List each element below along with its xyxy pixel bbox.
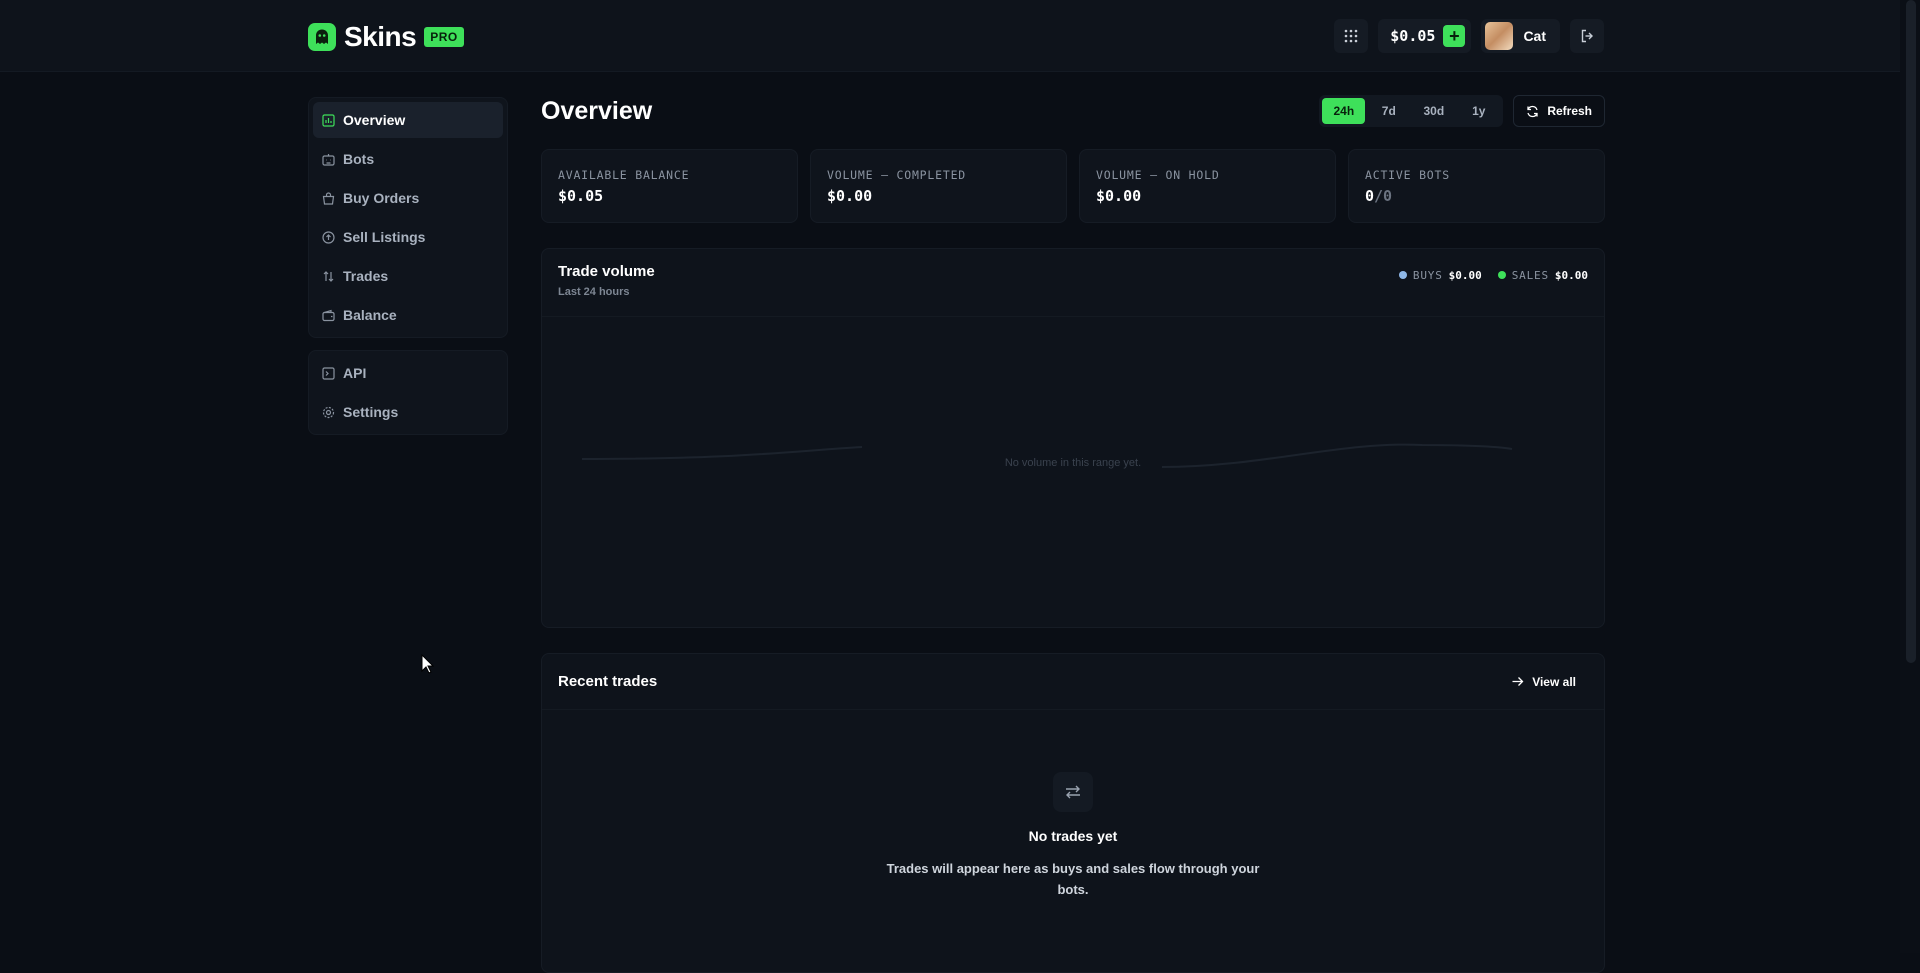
legend-dot [1497, 271, 1506, 279]
user-name: Cat [1523, 28, 1546, 44]
header-controls: 24h 7d 30d 1y Refresh [1319, 95, 1605, 127]
wallet-icon [322, 309, 335, 321]
stat-label: VOLUME — ON HOLD [1096, 168, 1220, 182]
sidebar-item-buy-orders[interactable]: Buy Orders [313, 180, 503, 216]
legend-buys: BUYS $0.00 [1398, 268, 1482, 282]
empty-title: No trades yet [1028, 828, 1118, 844]
refresh-button[interactable]: Refresh [1513, 95, 1605, 127]
header-actions: $0.05 + Cat [1334, 19, 1604, 53]
recent-trades-title: Recent trades [558, 673, 658, 690]
chart-area: No volume in this range yet. [542, 317, 1604, 627]
avatar [1485, 22, 1514, 50]
legend-label: SALES [1511, 268, 1549, 282]
arrow-right-icon [1512, 677, 1524, 686]
legend-sales: SALES $0.00 [1497, 268, 1588, 282]
add-funds-button[interactable]: + [1443, 25, 1466, 47]
legend-dot [1398, 271, 1407, 279]
primary-nav: Overview Bots Buy Orders Sell Listings T… [308, 97, 508, 338]
chart-title: Trade volume [558, 263, 655, 280]
stats-row: AVAILABLE BALANCE $0.05 VOLUME — COMPLET… [541, 149, 1605, 223]
legend-label: BUYS [1412, 268, 1443, 282]
stat-volume-completed: VOLUME — COMPLETED $0.00 [810, 149, 1067, 223]
legend-value: $0.00 [1554, 268, 1588, 282]
basket-icon [322, 191, 335, 205]
range-1y-button[interactable]: 1y [1457, 98, 1500, 124]
ghost-icon [308, 23, 336, 51]
stat-label: AVAILABLE BALANCE [558, 168, 690, 182]
grid-icon [1344, 29, 1358, 43]
sidebar-item-bots[interactable]: Bots [313, 141, 503, 177]
stat-active-bots: ACTIVE BOTS 0/0 [1348, 149, 1605, 223]
empty-description: Trades will appear here as buys and sale… [886, 861, 1260, 897]
chart-icon [322, 113, 335, 127]
range-30d-button[interactable]: 30d [1412, 98, 1455, 124]
sidebar-item-sell-listings[interactable]: Sell Listings [313, 219, 503, 255]
recent-trades-card: Recent trades View all No trades yet Tra… [541, 653, 1605, 973]
pro-badge: PRO [424, 27, 464, 47]
sidebar-item-label: Settings [343, 404, 399, 420]
stat-value: 0/0 [1365, 187, 1588, 205]
stat-label: ACTIVE BOTS [1365, 168, 1450, 182]
chart-subtitle: Last 24 hours [558, 286, 630, 298]
page-header: Overview 24h 7d 30d 1y Refresh [541, 95, 1605, 127]
sidebar-item-overview[interactable]: Overview [313, 102, 503, 138]
logout-button[interactable] [1570, 19, 1604, 53]
sidebar-item-label: Balance [343, 307, 397, 323]
stat-available-balance: AVAILABLE BALANCE $0.05 [541, 149, 798, 223]
time-range-selector: 24h 7d 30d 1y [1319, 95, 1504, 127]
placeholder-wave [581, 443, 1513, 468]
sidebar: Overview Bots Buy Orders Sell Listings T… [308, 97, 508, 435]
user-menu[interactable]: Cat [1481, 19, 1560, 53]
mouse-cursor-icon [421, 654, 435, 674]
stat-value: $0.00 [827, 187, 873, 205]
chart-header: Trade volume Last 24 hours BUYS $0.00 SA… [542, 249, 1604, 317]
view-all-label: View all [1532, 674, 1576, 689]
terminal-icon [322, 366, 335, 380]
range-24h-button[interactable]: 24h [1322, 98, 1366, 124]
swap-horizontal-icon [1053, 772, 1093, 812]
sidebar-item-label: API [343, 365, 367, 381]
brand-name: Skins [344, 21, 417, 52]
header-balance: $0.05 [1390, 27, 1436, 45]
total-bots-count: /0 [1374, 187, 1393, 205]
sidebar-item-balance[interactable]: Balance [313, 297, 503, 333]
view-all-link[interactable]: View all [1511, 675, 1588, 689]
sidebar-item-trades[interactable]: Trades [313, 258, 503, 294]
sidebar-item-label: Trades [343, 268, 389, 284]
stat-volume-on-hold: VOLUME — ON HOLD $0.00 [1079, 149, 1336, 223]
scrollbar-thumb[interactable] [1906, 0, 1916, 663]
chart-empty-text: No volume in this range yet. [1004, 457, 1142, 469]
sidebar-item-label: Buy Orders [343, 190, 420, 206]
range-7d-button[interactable]: 7d [1367, 98, 1410, 124]
gear-icon [322, 406, 335, 418]
chart-legend: BUYS $0.00 SALES $0.00 [1398, 257, 1588, 293]
sidebar-item-label: Sell Listings [343, 229, 426, 245]
refresh-label: Refresh [1547, 104, 1592, 118]
trade-volume-card: Trade volume Last 24 hours BUYS $0.00 SA… [541, 248, 1605, 628]
page-scrollbar[interactable] [1900, 0, 1920, 953]
sidebar-item-api[interactable]: API [313, 355, 503, 391]
balance-widget[interactable]: $0.05 + [1378, 19, 1472, 53]
main-content: Overview 24h 7d 30d 1y Refresh AVAILABLE… [541, 95, 1605, 973]
sidebar-item-label: Overview [343, 112, 406, 128]
apps-grid-button[interactable] [1334, 19, 1369, 53]
page-title: Overview [541, 96, 653, 125]
top-bar: Skins PRO $0.05 + Cat [0, 0, 1900, 72]
refresh-icon [1527, 105, 1538, 117]
legend-value: $0.00 [1448, 268, 1482, 282]
secondary-nav: API Settings [308, 350, 508, 435]
swap-icon [323, 270, 334, 282]
logout-icon [1581, 29, 1593, 43]
stat-value: $0.05 [558, 187, 604, 205]
upload-icon [322, 230, 335, 244]
trades-empty-state: No trades yet Trades will appear here as… [542, 710, 1604, 900]
stat-value: $0.00 [1096, 187, 1142, 205]
recent-trades-header: Recent trades View all [542, 654, 1604, 710]
bot-icon [322, 153, 335, 166]
active-bots-count: 0 [1365, 187, 1375, 205]
brand-logo[interactable]: Skins PRO [308, 21, 464, 53]
sidebar-item-label: Bots [343, 151, 375, 167]
sidebar-item-settings[interactable]: Settings [313, 394, 503, 430]
stat-label: VOLUME — COMPLETED [827, 168, 967, 182]
